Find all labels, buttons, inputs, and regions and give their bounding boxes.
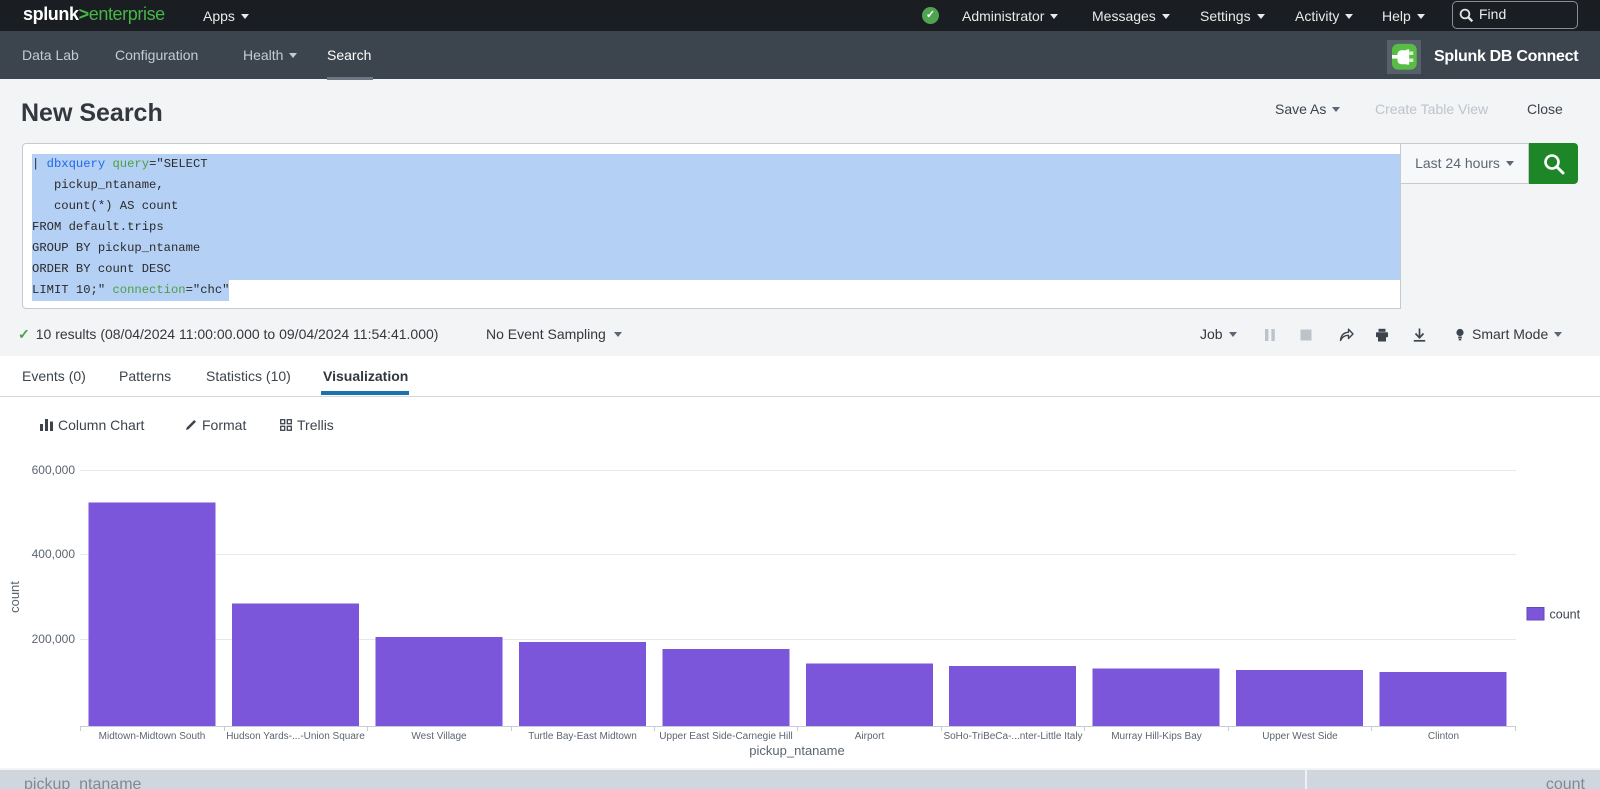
svg-text:Upper West Side: Upper West Side	[1262, 731, 1338, 742]
svg-text:Airport: Airport	[855, 731, 885, 742]
svg-text:200,000: 200,000	[32, 632, 76, 646]
svg-text:Clinton: Clinton	[1428, 731, 1459, 742]
svg-text:Turtle Bay-East Midtown: Turtle Bay-East Midtown	[528, 731, 637, 742]
svg-text:count: count	[7, 581, 22, 613]
svg-text:400,000: 400,000	[32, 547, 76, 561]
svg-text:West Village: West Village	[411, 731, 467, 742]
svg-text:Midtown-Midtown South: Midtown-Midtown South	[99, 731, 206, 742]
svg-text:count: count	[1550, 608, 1581, 622]
svg-text:Murray Hill-Kips Bay: Murray Hill-Kips Bay	[1111, 731, 1202, 742]
svg-text:Upper East Side-Carnegie Hill: Upper East Side-Carnegie Hill	[659, 731, 792, 742]
svg-text:SoHo-TriBeCa-...nter-Little It: SoHo-TriBeCa-...nter-Little Italy	[943, 731, 1082, 742]
svg-text:600,000: 600,000	[32, 463, 76, 477]
svg-text:pickup_ntaname: pickup_ntaname	[749, 743, 844, 758]
svg-text:Hudson Yards-...-Union Square: Hudson Yards-...-Union Square	[226, 731, 365, 742]
